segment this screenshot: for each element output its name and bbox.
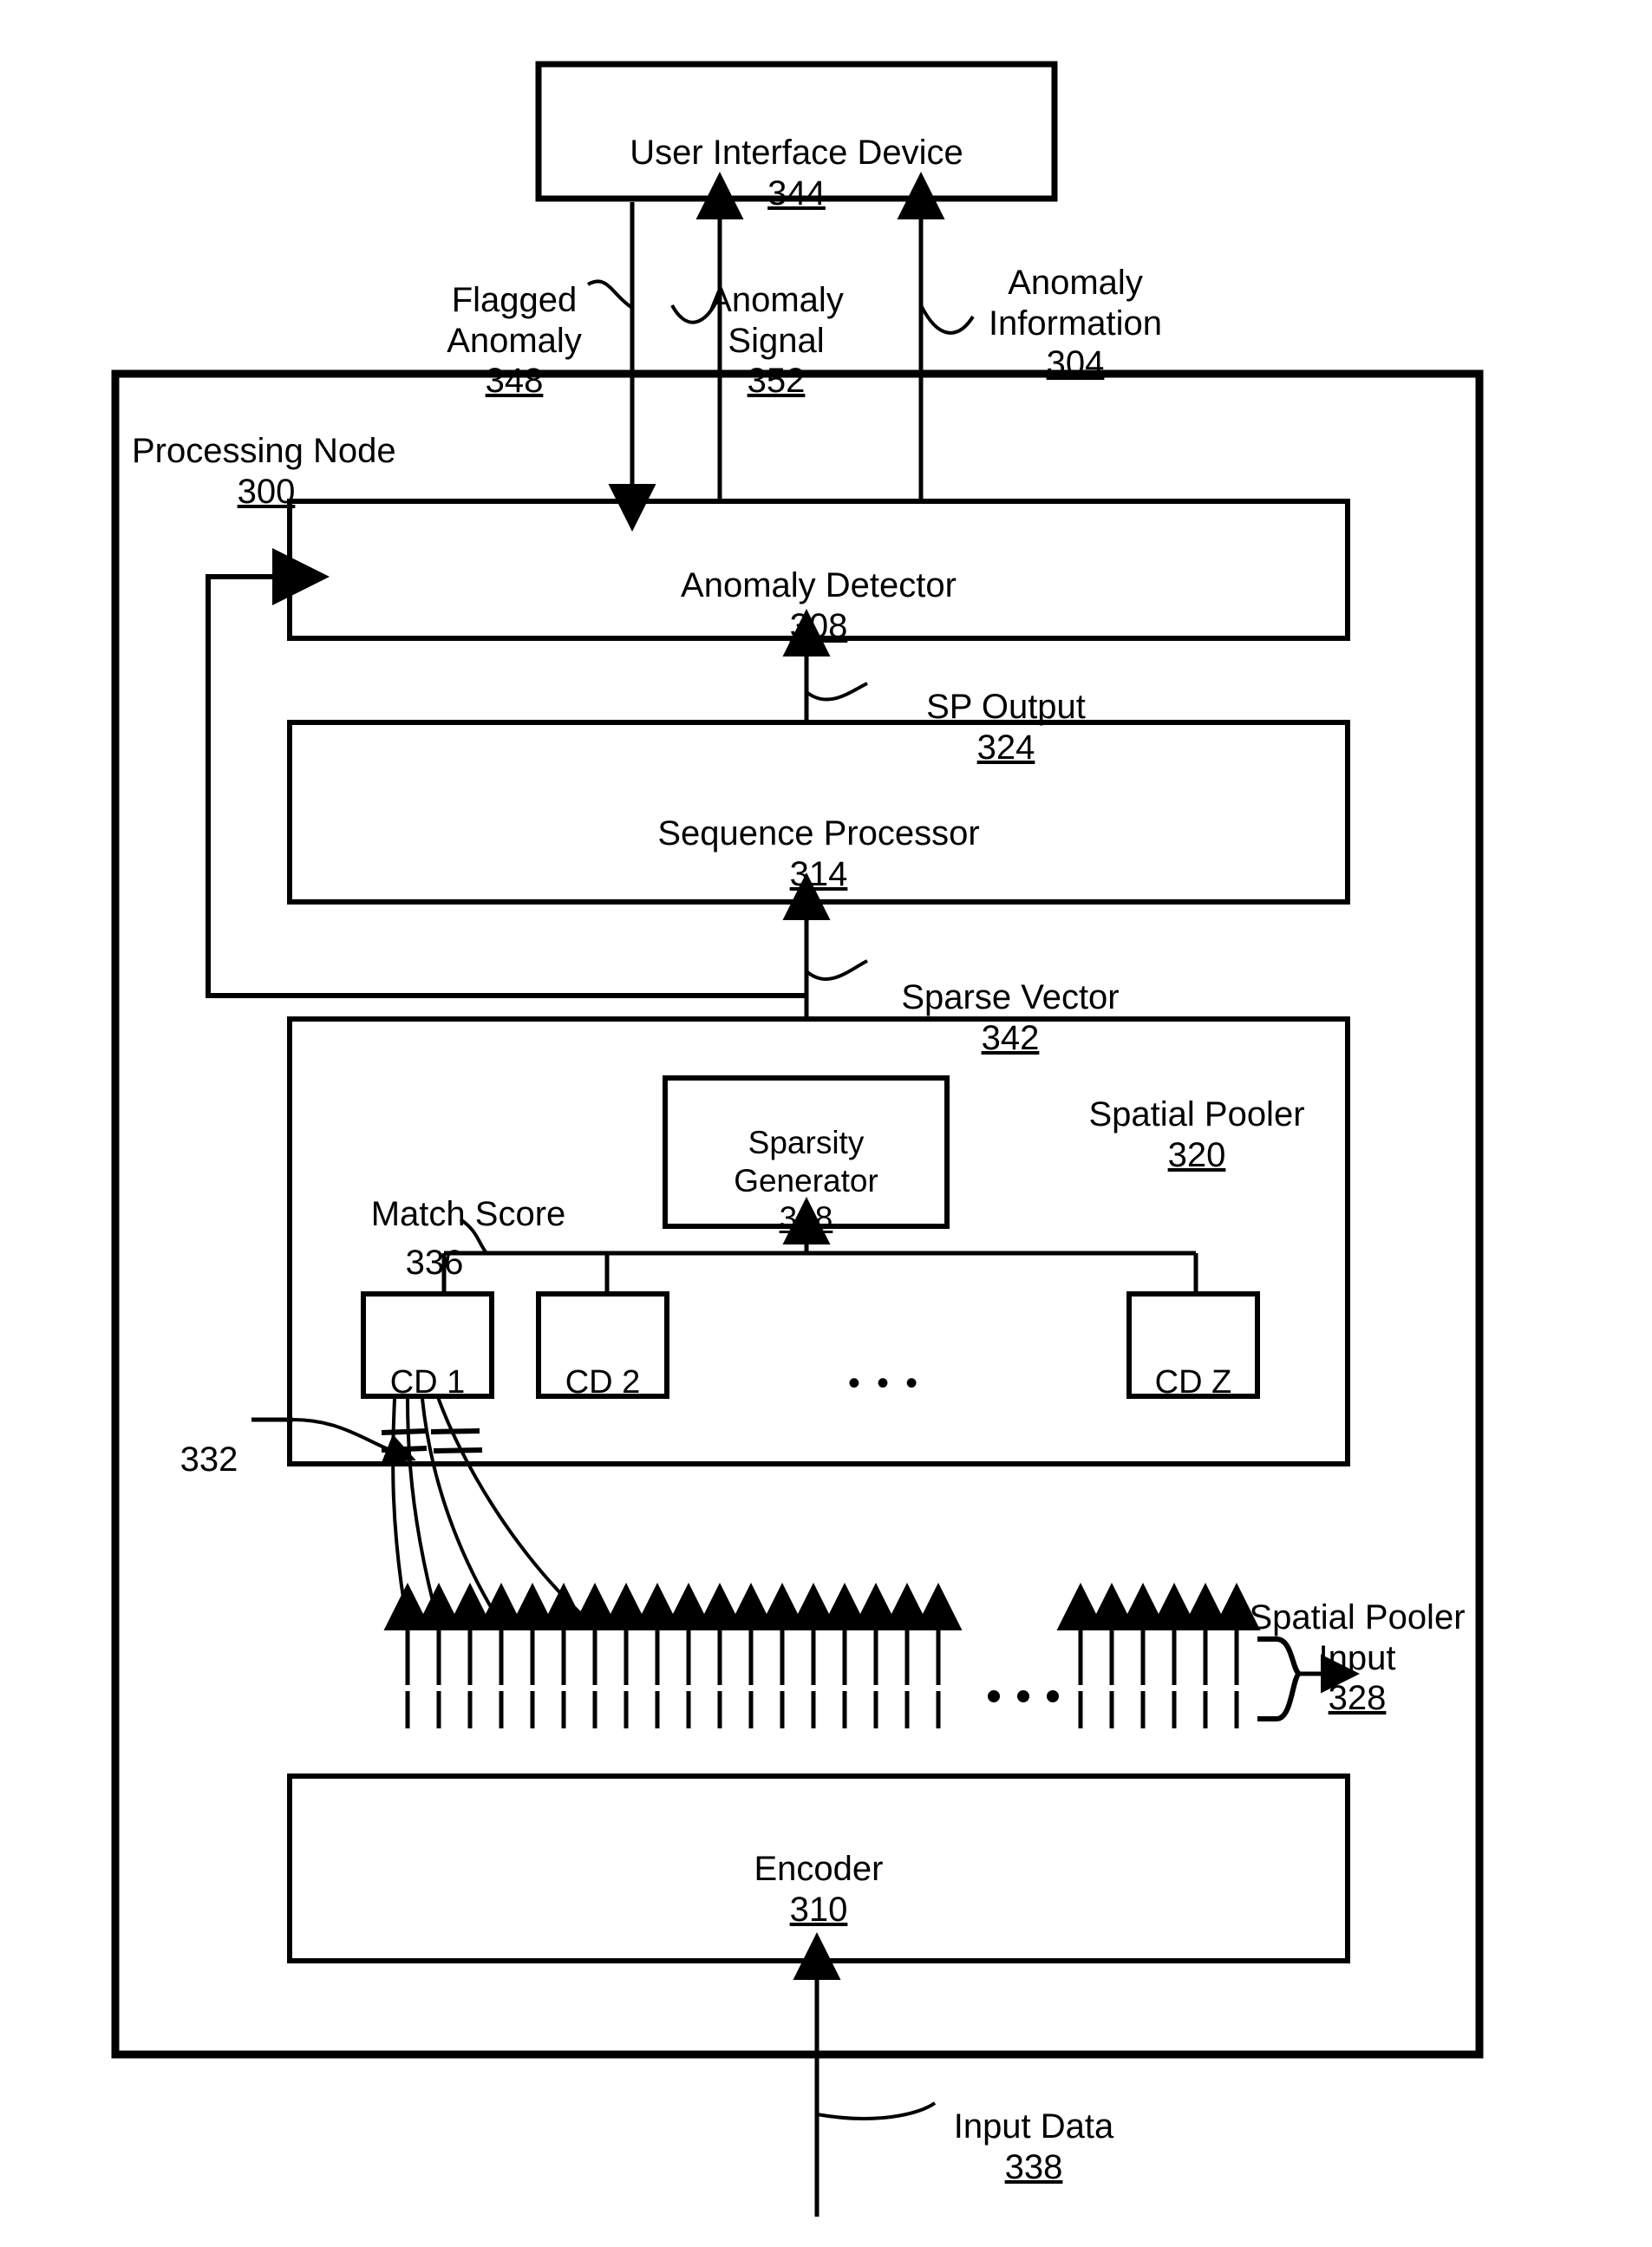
- cd-cell-label-2: CD 2: [539, 1325, 667, 1402]
- processing-node-ref: 300: [237, 472, 296, 511]
- figure-canvas: User Interface Device 344 Flagged Anomal…: [0, 0, 1652, 2247]
- anomaly-detector-label: Anomaly Detector 308: [290, 525, 1348, 687]
- sparse-vector-name: Sparse Vector: [901, 977, 1120, 1016]
- sequence-processor-ref: 314: [789, 854, 848, 893]
- spatial-pooler-ref: 320: [1167, 1135, 1226, 1174]
- cd-cell-name-1: CD 1: [389, 1364, 466, 1401]
- sparse-vector-leader: [805, 959, 868, 981]
- input-data-leader: [816, 2101, 937, 2120]
- encoder-ref: 310: [789, 1890, 848, 1929]
- anomaly-signal-ref: 352: [747, 362, 806, 401]
- sequence-processor-name: Sequence Processor: [657, 813, 980, 852]
- user-interface-device-ref: 344: [767, 173, 826, 212]
- spatial-pooler-input-ref: 328: [1328, 1679, 1387, 1718]
- synapse-tick-1: [381, 1428, 428, 1435]
- input-arrows-ellipsis: [988, 1690, 1059, 1702]
- anomaly-information-name: Anomaly Information: [988, 263, 1163, 343]
- match-score-ref: 336: [405, 1243, 464, 1282]
- sparse-vector-ref: 342: [981, 1018, 1040, 1057]
- spatial-pooler-input-arrows-left: [383, 1583, 963, 1728]
- cd-cell-label-z: CD Z: [1129, 1325, 1257, 1402]
- anomaly-signal-label: Anomaly Signal 352: [676, 239, 876, 442]
- input-data-label: Input Data 338: [921, 2066, 1146, 2228]
- anomaly-detector-name: Anomaly Detector: [681, 565, 957, 604]
- sparsity-generator-ref: 318: [779, 1199, 833, 1236]
- spatial-pooler-input-arrows-right: [1056, 1583, 1261, 1728]
- cd-cell-name-z: CD Z: [1154, 1364, 1232, 1401]
- match-score-ref-label: 336: [387, 1202, 482, 1284]
- synapses-ref-label: 332: [161, 1399, 257, 1480]
- synapse-tick-3: [430, 1428, 480, 1434]
- sparsity-generator-name: Sparsity Generator: [734, 1125, 878, 1199]
- anomaly-detector-ref: 308: [789, 606, 848, 645]
- cd-cells-ellipsis-glyph: • • •: [847, 1363, 922, 1402]
- encoder-name: Encoder: [754, 1849, 884, 1888]
- spatial-pooler-input-name: Spatial Pooler Input: [1249, 1597, 1466, 1677]
- sp-output-name: SP Output: [926, 687, 1086, 726]
- cd-cell-label-1: CD 1: [363, 1325, 492, 1402]
- synapse-tick-4: [433, 1447, 483, 1453]
- anomaly-information-label: Anomaly Information 304: [950, 222, 1201, 425]
- cd-cells-ellipsis: • • •: [806, 1323, 963, 1404]
- sequence-processor-label: Sequence Processor 314: [290, 773, 1348, 935]
- input-data-ref: 338: [1004, 2147, 1063, 2186]
- spatial-pooler-label: Spatial Pooler 320: [1054, 1054, 1340, 1216]
- spatial-pooler-input-label: Spatial Pooler Input 328: [1231, 1557, 1483, 1760]
- spatial-pooler-name: Spatial Pooler: [1088, 1094, 1305, 1133]
- input-data-name: Input Data: [953, 2107, 1114, 2146]
- encoder-label: Encoder 310: [290, 1808, 1348, 1970]
- processing-node-name: Processing Node: [132, 431, 396, 470]
- user-interface-device-name: User Interface Device: [630, 133, 963, 172]
- sparsity-generator-label: Sparsity Generator 318: [665, 1087, 947, 1274]
- cd-cell-name-2: CD 2: [565, 1364, 641, 1401]
- synapses-ref: 332: [180, 1440, 238, 1479]
- anomaly-signal-name: Anomaly Signal: [708, 280, 844, 360]
- anomaly-information-ref: 304: [1046, 344, 1105, 383]
- sp-output-ref: 324: [976, 728, 1035, 767]
- flagged-anomaly-name: Flagged Anomaly: [447, 280, 582, 360]
- synapse-tick-2: [381, 1446, 428, 1453]
